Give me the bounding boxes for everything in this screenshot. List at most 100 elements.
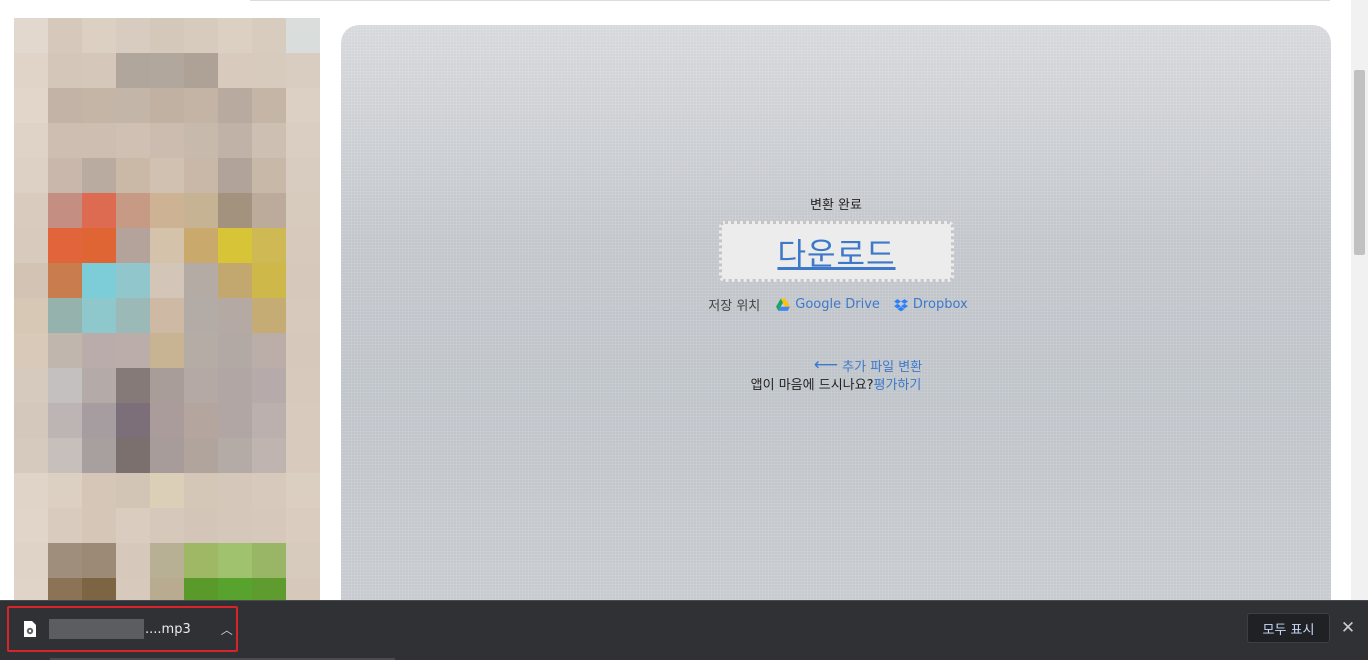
rate-link[interactable]: 평가하기 xyxy=(873,378,921,393)
thumbnail-pixel xyxy=(218,193,253,228)
google-drive-icon xyxy=(776,298,791,311)
thumbnail-pixel xyxy=(252,88,287,123)
thumbnail-pixel xyxy=(48,473,83,508)
thumbnail-pixel xyxy=(82,88,117,123)
thumbnail-pixel xyxy=(150,228,185,263)
thumbnail-pixel xyxy=(82,53,117,88)
thumbnail-pixel xyxy=(82,123,117,158)
show-all-button[interactable]: 모두 표시 xyxy=(1247,613,1330,643)
thumbnail-pixel xyxy=(286,228,320,263)
thumbnail-pixel xyxy=(14,403,49,438)
thumbnail-pixel xyxy=(184,123,219,158)
thumbnail-pixel xyxy=(116,403,151,438)
thumbnail-pixel xyxy=(218,123,253,158)
thumbnail-pixel xyxy=(116,333,151,368)
scrollbar-thumb[interactable] xyxy=(1354,70,1365,255)
thumbnail-pixel xyxy=(48,298,83,333)
thumbnail-pixel xyxy=(150,263,185,298)
thumbnail-pixel xyxy=(218,368,253,403)
thumbnail-pixel xyxy=(82,18,117,53)
thumbnail-pixel xyxy=(286,53,320,88)
thumbnail-pixel xyxy=(116,123,151,158)
thumbnail-pixel xyxy=(48,403,83,438)
thumbnail-pixel xyxy=(116,18,151,53)
thumbnail-pixel xyxy=(286,298,320,333)
thumbnail-pixel xyxy=(150,473,185,508)
thumbnail-pixel xyxy=(286,473,320,508)
download-file-name: ....mp3 xyxy=(145,621,191,637)
thumbnail-pixel xyxy=(150,333,185,368)
thumbnail-pixel xyxy=(252,578,287,600)
thumbnail-pixel xyxy=(116,263,151,298)
thumbnail-pixel xyxy=(286,368,320,403)
thumbnail-pixel xyxy=(184,88,219,123)
thumbnail-pixel xyxy=(116,473,151,508)
thumbnail-pixel xyxy=(116,578,151,600)
thumbnail-pixel xyxy=(14,263,49,298)
thumbnail-pixel xyxy=(184,543,219,578)
thumbnail-pixel xyxy=(48,263,83,298)
thumbnail-pixel xyxy=(218,298,253,333)
web-page: 변환 완료 다운로드 저장 위치 Google Drive Dropbox ⟵ … xyxy=(0,0,1368,600)
conversion-status: 변환 완료 xyxy=(810,198,862,213)
thumbnail-pixel xyxy=(116,193,151,228)
thumbnail-pixel xyxy=(14,193,49,228)
thumbnail-pixel xyxy=(82,158,117,193)
thumbnail-pixel xyxy=(150,123,185,158)
thumbnail-pixel xyxy=(218,53,253,88)
thumbnail-pixel xyxy=(218,578,253,600)
thumbnail-pixel xyxy=(150,368,185,403)
download-item-highlight: ....mp3 ︿ xyxy=(7,606,238,652)
thumbnail-pixel xyxy=(218,543,253,578)
thumbnail-pixel xyxy=(14,368,49,403)
thumbnail-pixel xyxy=(252,403,287,438)
thumbnail-pixel xyxy=(82,263,117,298)
thumbnail-pixel xyxy=(252,298,287,333)
thumbnail-pixel xyxy=(252,193,287,228)
download-shelf: ....mp3 ︿ 모두 표시 ✕ xyxy=(0,600,1368,660)
thumbnail-pixel xyxy=(184,403,219,438)
thumbnail-pixel xyxy=(252,158,287,193)
conversion-panel: 변환 완료 다운로드 저장 위치 Google Drive Dropbox ⟵ … xyxy=(341,25,1331,600)
divider xyxy=(250,0,1330,1)
thumbnail-pixel xyxy=(150,403,185,438)
arrow-left-icon: ⟵ xyxy=(813,355,839,375)
thumbnail-pixel xyxy=(252,333,287,368)
thumbnail-pixel xyxy=(184,473,219,508)
thumbnail-pixel xyxy=(286,88,320,123)
rate-app-row: 앱이 마음에 드시나요?평가하기 xyxy=(341,374,1331,393)
thumbnail-pixel xyxy=(116,228,151,263)
thumbnail-pixel xyxy=(48,508,83,543)
thumbnail-pixel xyxy=(82,578,117,600)
thumbnail-pixel xyxy=(14,298,49,333)
thumbnail-pixel xyxy=(184,508,219,543)
download-item[interactable]: ....mp3 ︿ xyxy=(12,611,233,647)
thumbnail-pixel xyxy=(48,123,83,158)
google-drive-link[interactable]: Google Drive xyxy=(776,297,880,312)
thumbnail-pixel xyxy=(14,158,49,193)
thumbnail-pixel xyxy=(252,263,287,298)
thumbnail-pixel xyxy=(184,368,219,403)
thumbnail-pixel xyxy=(48,53,83,88)
thumbnail-pixel xyxy=(48,88,83,123)
thumbnail-pixel xyxy=(116,158,151,193)
thumbnail-pixel xyxy=(14,18,49,53)
dropbox-link[interactable]: Dropbox xyxy=(893,297,968,312)
thumbnail-pixel xyxy=(286,18,320,53)
thumbnail-pixel xyxy=(252,123,287,158)
thumbnail-pixel xyxy=(252,368,287,403)
page-scrollbar[interactable] xyxy=(1351,0,1368,600)
thumbnail-pixel xyxy=(286,123,320,158)
thumbnail-pixel xyxy=(82,298,117,333)
chevron-up-icon[interactable]: ︿ xyxy=(221,621,233,638)
thumbnail-pixel xyxy=(48,193,83,228)
download-link[interactable]: 다운로드 xyxy=(777,229,895,274)
thumbnail-pixel xyxy=(252,53,287,88)
thumbnail-pixel xyxy=(252,508,287,543)
thumbnail-pixel xyxy=(150,18,185,53)
thumbnail-pixel xyxy=(184,333,219,368)
convert-more-link[interactable]: ⟵ 추가 파일 변환 xyxy=(341,355,1331,376)
close-icon[interactable]: ✕ xyxy=(1340,618,1356,638)
thumbnail-pixel xyxy=(286,263,320,298)
thumbnail-pixel xyxy=(184,193,219,228)
